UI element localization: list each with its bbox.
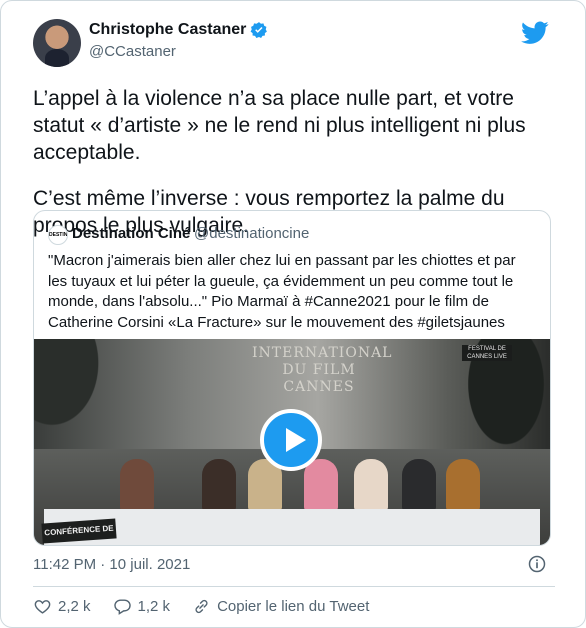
author-name[interactable]: Christophe Castaner xyxy=(89,21,268,39)
info-icon[interactable] xyxy=(527,554,547,574)
quoted-tweet[interactable]: DESTINATION Destination Ciné @destinatio… xyxy=(33,210,551,546)
video-backdrop-title: INTERNATIONAL DU FILM CANNES xyxy=(252,345,393,395)
tweet-paragraph: L’appel à la violence n’a sa place nulle… xyxy=(33,87,526,164)
verified-badge-icon xyxy=(250,22,268,39)
copy-link-label[interactable]: Copier le lien du Tweet xyxy=(217,598,369,615)
press-desk xyxy=(44,509,540,545)
quoted-author-name[interactable]: Destination Ciné xyxy=(72,225,190,242)
panelist xyxy=(354,459,388,511)
play-button[interactable] xyxy=(260,409,322,471)
link-icon[interactable] xyxy=(192,597,211,616)
quoted-text: "Macron j'aimerais bien aller chez lui e… xyxy=(48,252,516,331)
twitter-bird-icon[interactable] xyxy=(521,21,549,45)
copy-link-action[interactable]: Copier le lien du Tweet xyxy=(192,597,369,616)
quoted-author-handle[interactable]: @destinationcine xyxy=(194,225,309,242)
panelist xyxy=(120,459,154,511)
tweet-timestamp[interactable]: 11:42 PM · 10 juil. 2021 xyxy=(33,556,190,573)
quoted-avatar[interactable]: DESTINATION xyxy=(48,225,68,245)
panelist xyxy=(402,459,436,511)
live-badge: FESTIVAL DE CANNES LIVE xyxy=(462,345,512,361)
panelist xyxy=(202,459,236,511)
video-player[interactable]: INTERNATIONAL DU FILM CANNES FESTIVAL DE… xyxy=(34,339,550,545)
like-action[interactable]: 2,2 k xyxy=(33,597,91,616)
panelist xyxy=(304,459,338,511)
palm-tree-left xyxy=(34,339,124,459)
divider xyxy=(33,586,555,587)
author-handle[interactable]: @CCastaner xyxy=(89,43,176,60)
reply-action[interactable]: 1,2 k xyxy=(113,597,171,616)
reply-count: 1,2 k xyxy=(137,597,171,615)
reply-bubble-icon[interactable] xyxy=(113,597,132,616)
like-count: 2,2 k xyxy=(58,597,91,615)
author-name-text[interactable]: Christophe Castaner xyxy=(89,21,246,39)
heart-icon[interactable] xyxy=(33,597,52,616)
author-avatar[interactable] xyxy=(33,19,81,67)
panelist xyxy=(446,459,480,511)
action-bar: 2,2 k 1,2 k Copier le lien du Tweet xyxy=(33,596,391,616)
tweet-card: Christophe Castaner @CCastaner L’appel à… xyxy=(0,0,586,628)
